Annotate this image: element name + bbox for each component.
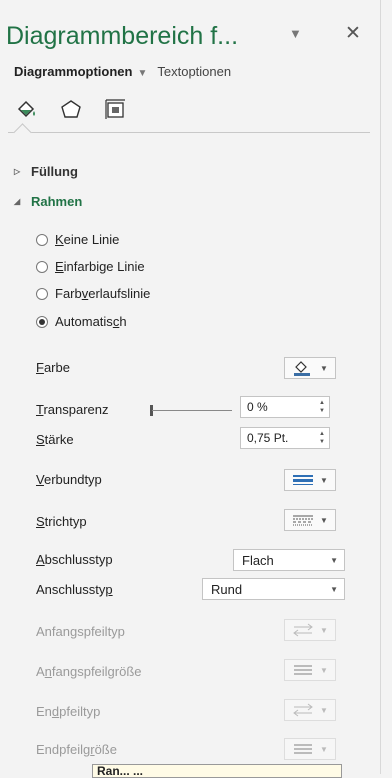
chevron-down-icon: ▼ [320, 625, 328, 635]
end-arrow-type-button[interactable]: ▼ [284, 699, 336, 721]
label-anfangspfeilgroesse: Anfangspfeilgröße [36, 664, 142, 679]
spinner-arrows-icon[interactable]: ▲ ▼ [319, 430, 325, 446]
begin-arrow-size-button[interactable]: ▼ [284, 659, 336, 681]
transparency-spinner[interactable]: 0 % ▲ ▼ [240, 396, 330, 418]
expand-arrow-icon: ▷ [14, 167, 21, 176]
tab-divider [8, 132, 370, 133]
fill-line-icon[interactable] [14, 96, 40, 122]
end-arrow-size-button[interactable]: ▼ [284, 738, 336, 760]
format-pane: Diagrammbereich f... ▼ ✕ Diagrammoptione… [0, 0, 380, 778]
size-properties-icon[interactable] [102, 96, 128, 122]
label-strichtyp: Strichtyp [36, 514, 87, 529]
transparency-slider[interactable] [152, 410, 232, 411]
chevron-down-icon: ▼ [320, 665, 328, 675]
close-icon[interactable]: ✕ [345, 22, 361, 45]
chevron-down-icon: ▼ [137, 68, 148, 79]
radio-button-selected[interactable] [36, 315, 48, 328]
effects-pentagon-icon[interactable] [58, 96, 84, 122]
tab-textoptionen[interactable]: Textoptionen [157, 64, 231, 79]
arrow-type-icon [293, 623, 313, 637]
begin-arrow-type-button[interactable]: ▼ [284, 619, 336, 641]
label-abschlusstyp: Abschlusstyp [36, 552, 113, 567]
tab-pointer [13, 123, 32, 142]
label-endpfeiltyp: Endpfeiltyp [36, 704, 101, 719]
label-anschlusstyp: Anschlusstyp [36, 582, 113, 597]
collapse-arrow-icon: ◢ [14, 197, 21, 206]
chevron-down-icon: ▼ [320, 363, 328, 373]
chevron-down-icon: ▼ [330, 585, 338, 594]
arrow-size-icon [294, 665, 313, 675]
chevron-down-icon: ▼ [320, 515, 328, 525]
options-tabs: Diagrammoptionen ▼ Textoptionen [14, 64, 231, 79]
chevron-down-icon: ▼ [320, 475, 328, 485]
cap-type-select[interactable]: Flach ▼ [233, 549, 345, 571]
arrow-type-icon [293, 703, 313, 717]
chevron-down-icon: ▼ [320, 705, 328, 715]
label-verbundtyp: Verbundtyp [36, 472, 102, 487]
radio-button[interactable] [36, 287, 48, 300]
vertical-scrollbar[interactable] [380, 0, 392, 774]
tooltip: Ran... ... [92, 764, 342, 778]
label-endpfeilgroesse: Endpfeilgröße [36, 742, 117, 757]
radio-automatisch[interactable]: Automatisch [36, 314, 127, 329]
label-transparenz: Transparenz [36, 402, 109, 417]
spinner-arrows-icon[interactable]: ▲ ▼ [319, 399, 325, 415]
tab-diagrammoptionen[interactable]: Diagrammoptionen ▼ [14, 64, 147, 79]
compound-lines-icon [293, 475, 314, 485]
label-staerke: Stärke [36, 432, 74, 447]
section-fuellung[interactable]: ▷ Füllung [14, 164, 78, 179]
radio-einfarbige-linie[interactable]: Einfarbige Linie [36, 259, 145, 274]
chevron-down-icon: ▼ [320, 744, 328, 754]
icon-tab-bar [14, 96, 128, 122]
label-farbe: Farbe [36, 360, 70, 375]
arrow-size-icon [294, 744, 313, 754]
compound-type-button[interactable]: ▼ [284, 469, 336, 491]
radio-button[interactable] [36, 260, 48, 273]
chevron-down-icon: ▼ [330, 556, 338, 565]
pane-title: Diagrammbereich f... [6, 22, 239, 50]
join-type-select[interactable]: Rund ▼ [202, 578, 345, 600]
chevron-down-icon[interactable]: ▼ [289, 26, 302, 41]
color-picker-button[interactable]: ▼ [284, 357, 336, 379]
label-anfangspfeiltyp: Anfangspfeiltyp [36, 624, 125, 639]
paint-bucket-icon [294, 361, 311, 376]
section-rahmen[interactable]: ◢ Rahmen [14, 194, 82, 209]
radio-button[interactable] [36, 233, 48, 246]
radio-farbverlaufslinie[interactable]: Farbverlaufslinie [36, 286, 150, 301]
width-spinner[interactable]: 0,75 Pt. ▲ ▼ [240, 427, 330, 449]
dash-lines-icon [293, 515, 314, 526]
dash-type-button[interactable]: ▼ [284, 509, 336, 531]
radio-keine-linie[interactable]: Keine Linie [36, 232, 119, 247]
